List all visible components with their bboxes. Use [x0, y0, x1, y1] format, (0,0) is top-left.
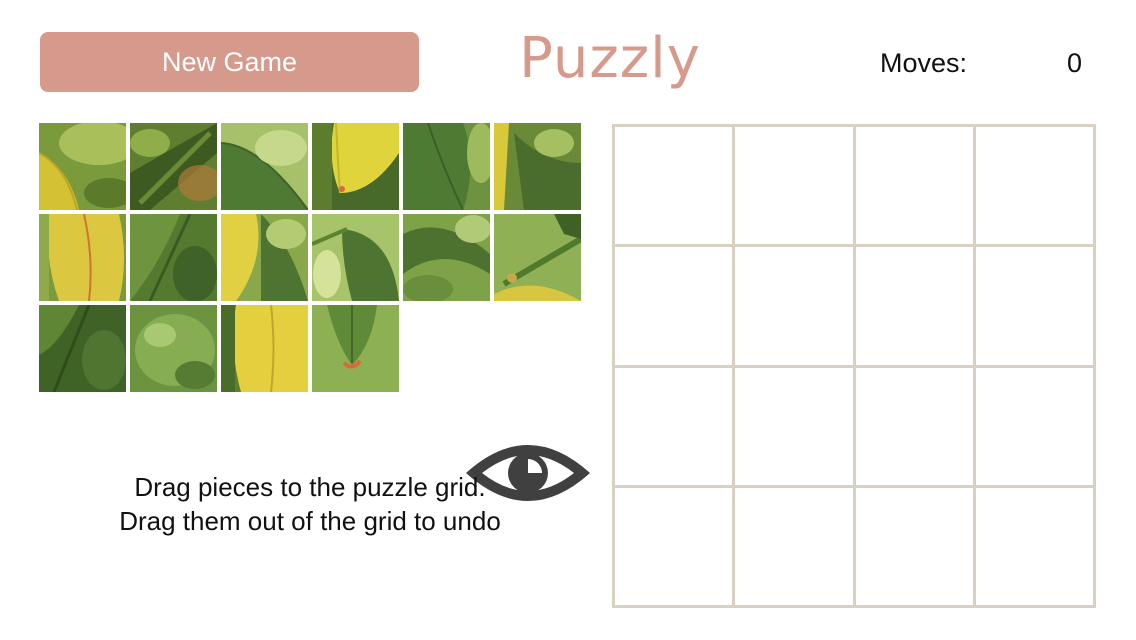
puzzle-piece[interactable] [494, 214, 581, 301]
grid-cell[interactable] [855, 127, 973, 245]
grid-cell[interactable] [975, 367, 1093, 485]
grid-cell[interactable] [975, 247, 1093, 365]
grid-cell[interactable] [735, 127, 853, 245]
piece-tray [39, 123, 590, 501]
grid-cell[interactable] [855, 247, 973, 365]
puzzle-piece[interactable] [130, 214, 217, 301]
grid-cell[interactable] [615, 367, 733, 485]
puzzle-piece[interactable] [494, 123, 581, 210]
puzzle-piece[interactable] [39, 123, 126, 210]
puzzle-piece[interactable] [221, 214, 308, 301]
puzzle-piece[interactable] [221, 123, 308, 210]
instructions: Drag pieces to the puzzle grid. Drag the… [40, 470, 580, 538]
grid-cell[interactable] [735, 367, 853, 485]
puzzle-piece[interactable] [403, 123, 490, 210]
app-title: Puzzly [519, 26, 701, 91]
grid-cell[interactable] [735, 247, 853, 365]
grid-cell[interactable] [615, 247, 733, 365]
grid-cell[interactable] [855, 367, 973, 485]
puzzle-piece[interactable] [221, 305, 308, 392]
new-game-button[interactable]: New Game [40, 32, 419, 92]
puzzle-piece[interactable] [312, 214, 399, 301]
grid-cell[interactable] [615, 487, 733, 605]
puzzle-piece[interactable] [130, 123, 217, 210]
puzzle-piece[interactable] [312, 123, 399, 210]
grid-cell[interactable] [975, 487, 1093, 605]
puzzle-piece[interactable] [130, 305, 217, 392]
instruction-line-1: Drag pieces to the puzzle grid. [134, 472, 486, 502]
puzzle-grid[interactable] [612, 124, 1096, 608]
puzzle-piece[interactable] [312, 305, 399, 392]
grid-cell[interactable] [975, 127, 1093, 245]
grid-cell[interactable] [735, 487, 853, 605]
grid-cell[interactable] [615, 127, 733, 245]
puzzle-piece[interactable] [403, 214, 490, 301]
puzzle-piece[interactable] [39, 214, 126, 301]
instruction-line-2: Drag them out of the grid to undo [119, 506, 501, 536]
moves-counter: 0 [1066, 48, 1082, 78]
grid-cell[interactable] [855, 487, 973, 605]
moves-label: Moves: [880, 48, 968, 78]
puzzle-piece[interactable] [39, 305, 126, 392]
